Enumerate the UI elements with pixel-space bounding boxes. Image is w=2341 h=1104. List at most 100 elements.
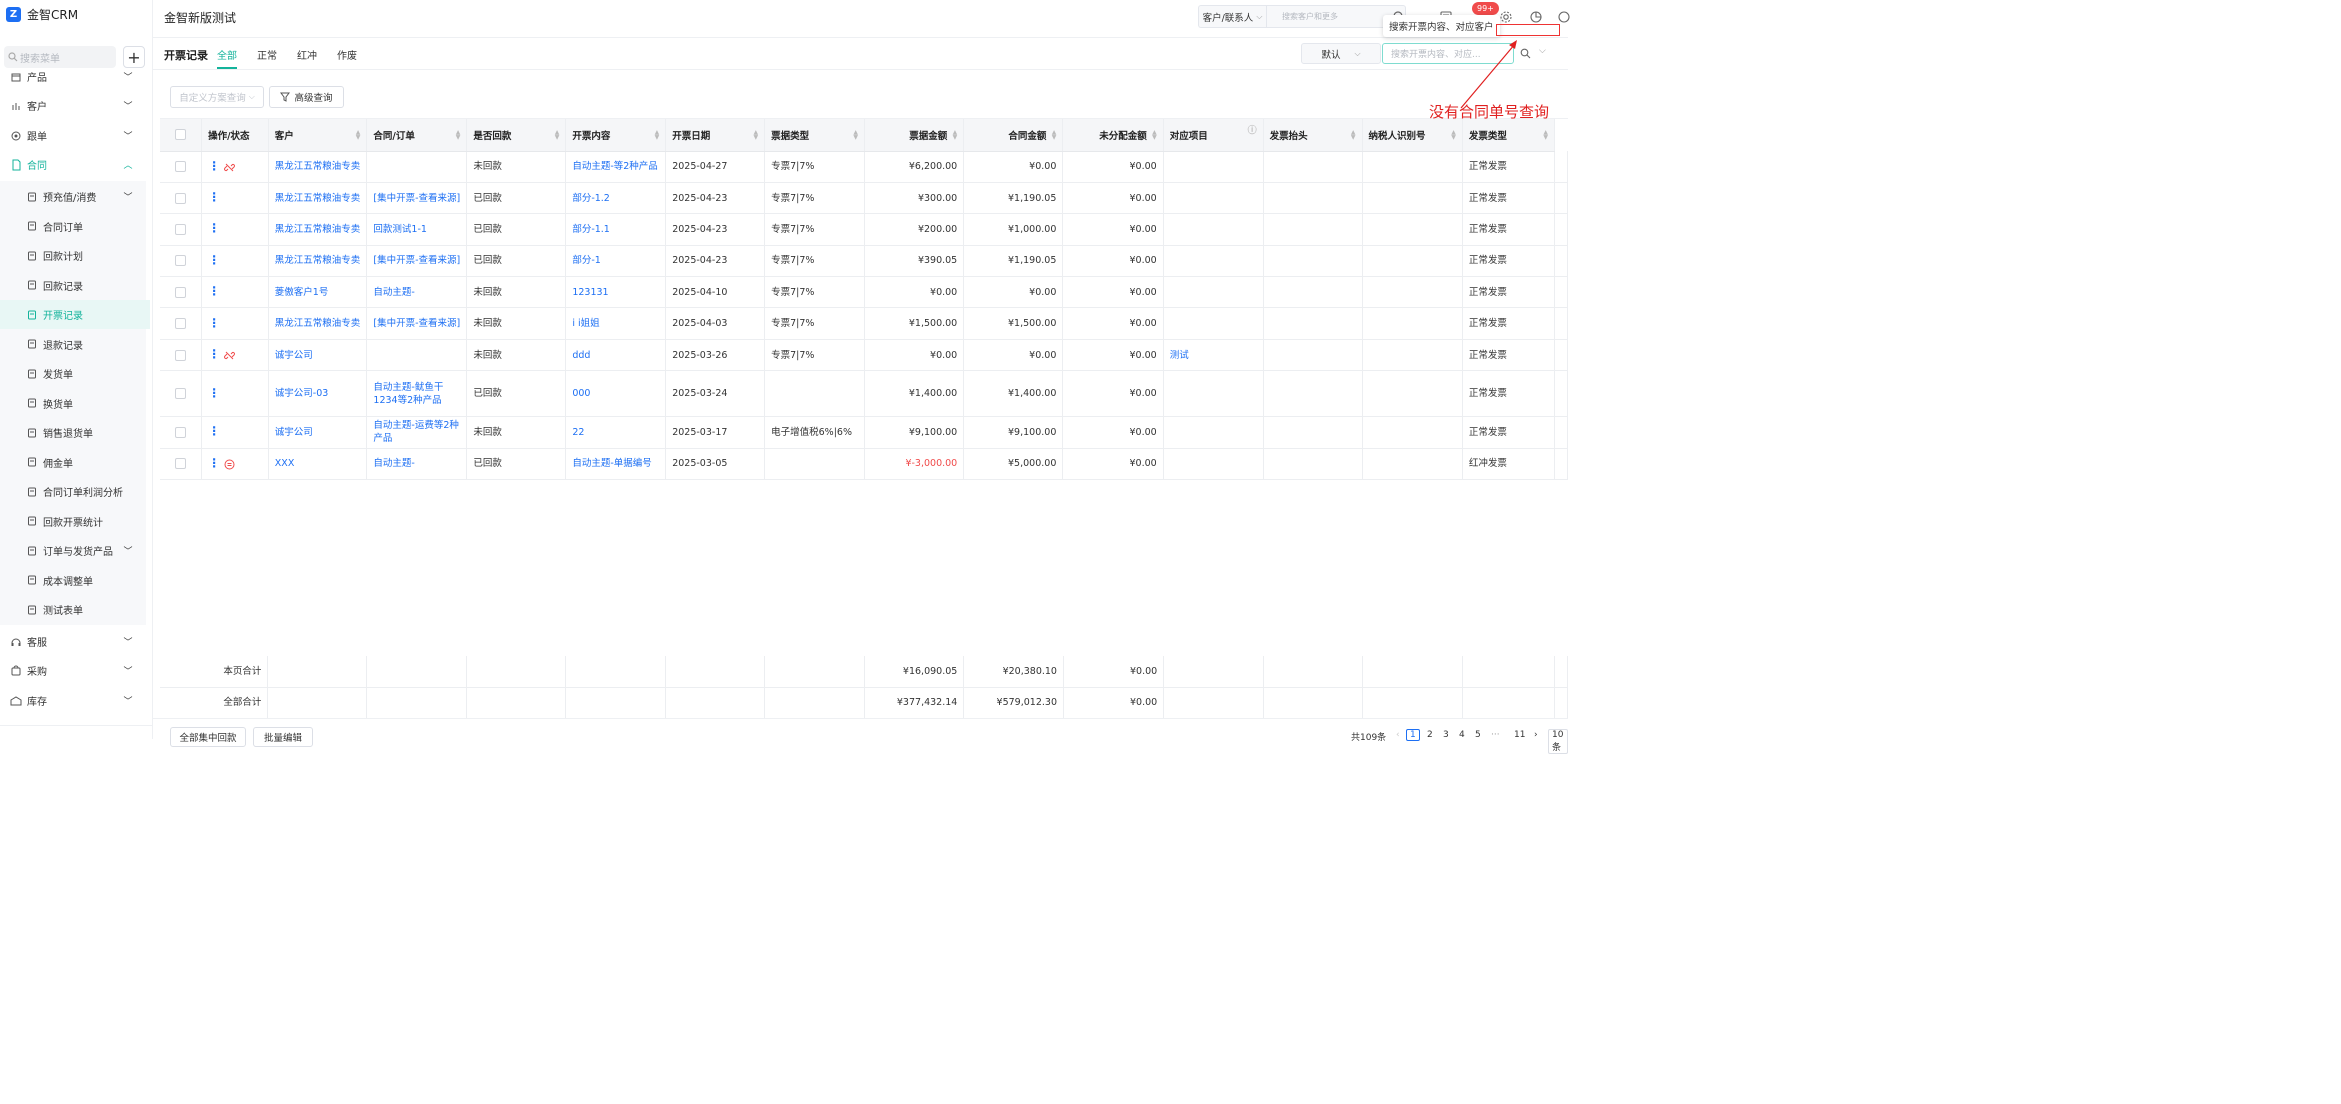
- row-checkbox[interactable]: [175, 458, 187, 470]
- cell-content[interactable]: 部分-1.1: [565, 213, 667, 246]
- cell-content[interactable]: 123131: [565, 276, 667, 309]
- cell-contract[interactable]: 自动主题-: [366, 448, 468, 481]
- more-actions-icon[interactable]: ⋮: [208, 159, 220, 173]
- table-row[interactable]: ⋮ 黑龙江五常粮油专卖 未回款 自动主题-等2种产品 2025-04-27 专票7|7% ¥…: [160, 151, 1568, 183]
- row-checkbox[interactable]: [175, 192, 187, 204]
- col-header-paid[interactable]: 是否回款 ▲ ▼: [466, 119, 567, 152]
- table-row[interactable]: ⋮ 黑龙江五常粮油专卖 [集中开票-查看来源] 未回款 i i姐姐 2025-04-03 专…: [160, 307, 1568, 340]
- cell-customer[interactable]: 黑龙江五常粮油专卖: [268, 245, 368, 278]
- cell-project[interactable]: [1163, 276, 1264, 309]
- tab-normal[interactable]: 正常: [257, 47, 277, 62]
- sidebar-item-warehouse[interactable]: 库存 ﹀: [0, 686, 150, 715]
- table-row[interactable]: ⋮ 诚宇公司-03 自动主题-鱿鱼干1234等2种产品 已回款 000 2025-03-2…: [160, 370, 1568, 418]
- page-size-select[interactable]: 10 条: [1548, 729, 1568, 754]
- cell-customer[interactable]: 黑龙江五常粮油专卖: [268, 213, 368, 246]
- cell-content[interactable]: i i姐姐: [565, 307, 667, 340]
- row-checkbox[interactable]: [175, 255, 187, 267]
- sidebar-item-target[interactable]: 跟单 ﹀: [0, 121, 150, 150]
- col-header-tax-id[interactable]: 纳税人识别号 ▲ ▼: [1362, 119, 1463, 152]
- cell-contract[interactable]: 自动主题-: [366, 276, 468, 309]
- cell-contract[interactable]: [集中开票-查看来源]: [366, 245, 468, 278]
- cell-customer[interactable]: 黑龙江五常粮油专卖: [268, 151, 368, 183]
- sort-icon[interactable]: ▲ ▼: [953, 130, 958, 141]
- page-5[interactable]: 5: [1475, 730, 1481, 740]
- sort-icon[interactable]: ▲ ▼: [1451, 130, 1456, 141]
- tab-all[interactable]: 全部: [217, 47, 237, 62]
- sort-icon[interactable]: ▲ ▼: [1152, 130, 1157, 141]
- cell-content[interactable]: ddd: [565, 339, 667, 372]
- cell-contract[interactable]: 自动主题-鱿鱼干1234等2种产品: [366, 370, 468, 418]
- page-11[interactable]: 11: [1514, 730, 1525, 740]
- sort-icon[interactable]: ▲ ▼: [754, 130, 759, 141]
- help-icon[interactable]: [1557, 10, 1571, 24]
- cell-customer[interactable]: 诚宇公司: [268, 416, 368, 449]
- page-2[interactable]: 2: [1427, 730, 1433, 740]
- sidebar-item-invoice[interactable]: 开票记录: [0, 300, 150, 329]
- cell-customer[interactable]: 菱傲客户1号: [268, 276, 368, 309]
- sidebar-item-stats[interactable]: 回款开票统计: [0, 507, 150, 536]
- more-actions-icon[interactable]: ⋮: [208, 425, 220, 438]
- select-all-checkbox[interactable]: [175, 129, 187, 141]
- sidebar-item-adjust[interactable]: 成本调整单: [0, 566, 150, 595]
- sidebar-item-wallet[interactable]: 预充值/消费 ﹀: [0, 182, 150, 211]
- cell-content[interactable]: 部分-1.2: [565, 182, 667, 215]
- chevron-down-icon[interactable]: ⌵: [1539, 46, 1546, 56]
- col-header-ticket-type[interactable]: 票据类型 ▲ ▼: [764, 119, 866, 152]
- sort-icon[interactable]: ▲ ▼: [853, 130, 858, 141]
- cell-customer[interactable]: 诚宇公司-03: [268, 370, 368, 418]
- cell-contract[interactable]: 回款测试1-1: [366, 213, 468, 246]
- sidebar-item-truck[interactable]: 发货单: [0, 359, 150, 388]
- gear-icon[interactable]: [1499, 10, 1513, 24]
- more-actions-icon[interactable]: ⋮: [208, 191, 220, 204]
- more-actions-icon[interactable]: ⋮: [208, 456, 220, 470]
- table-row[interactable]: ⋮ XXX 自动主题- 已回款 自动主题-单据编号 2025-03-05 ¥-3,000.0…: [160, 448, 1568, 481]
- cell-content[interactable]: 22: [565, 416, 667, 449]
- cell-content[interactable]: 部分-1: [565, 245, 667, 278]
- sidebar-item-refund[interactable]: 退款记录: [0, 330, 150, 359]
- batch-edit-button[interactable]: 批量编辑: [253, 727, 313, 747]
- cell-project[interactable]: [1163, 245, 1264, 278]
- row-checkbox[interactable]: [175, 161, 187, 173]
- sort-icon[interactable]: ▲ ▼: [1351, 130, 1356, 141]
- cell-content[interactable]: 000: [565, 370, 667, 418]
- cell-project[interactable]: 测试: [1163, 339, 1264, 372]
- row-checkbox[interactable]: [175, 223, 187, 235]
- cell-project[interactable]: [1163, 182, 1264, 215]
- cell-contract[interactable]: [366, 339, 468, 372]
- more-actions-icon[interactable]: ⋮: [208, 253, 220, 267]
- tab-void[interactable]: 作废: [337, 47, 357, 62]
- col-header-invoice-type[interactable]: 发票类型 ▲ ▼: [1462, 119, 1556, 152]
- advanced-query-button[interactable]: 高级查询: [269, 86, 344, 108]
- page-4[interactable]: 4: [1459, 730, 1465, 740]
- cell-content[interactable]: 自动主题-等2种产品: [565, 151, 667, 183]
- more-actions-icon[interactable]: ⋮: [208, 348, 220, 361]
- sort-icon[interactable]: ▲ ▼: [1543, 130, 1548, 141]
- cell-project[interactable]: [1163, 448, 1264, 481]
- help-icon[interactable]: ⓘ: [1248, 127, 1257, 136]
- table-row[interactable]: ⋮ 黑龙江五常粮油专卖 [集中开票-查看来源] 已回款 部分-1 2025-04-23 专票…: [160, 245, 1568, 278]
- sidebar-item-receipt[interactable]: 回款记录: [0, 271, 150, 300]
- cell-project[interactable]: [1163, 416, 1264, 449]
- cell-customer[interactable]: XXX: [268, 448, 368, 481]
- col-header-invoice-title[interactable]: 发票抬头 ▲ ▼: [1263, 119, 1363, 152]
- sort-icon[interactable]: ▲ ▼: [555, 130, 560, 141]
- search-type-select[interactable]: 客户/联系人 ⌵: [1198, 5, 1266, 28]
- page-1[interactable]: 1: [1406, 729, 1420, 741]
- sidebar-item-headset[interactable]: 客服 ﹀: [0, 627, 150, 656]
- sidebar-item-exchange[interactable]: 换货单: [0, 389, 150, 418]
- chart-pie-icon[interactable]: [1529, 10, 1543, 24]
- cell-contract[interactable]: [集中开票-查看来源]: [366, 182, 468, 215]
- sidebar-item-document[interactable]: 合同 ︿: [0, 150, 150, 179]
- cell-customer[interactable]: 黑龙江五常粮油专卖: [268, 182, 368, 215]
- sidebar-item-package[interactable]: 订单与发货产品 ﹀: [0, 536, 150, 565]
- page-3[interactable]: 3: [1443, 730, 1449, 740]
- sidebar-item-calendar[interactable]: 回款计划: [0, 241, 150, 270]
- sidebar-item-analysis[interactable]: 合同订单利润分析: [0, 477, 150, 506]
- sidebar-item-return[interactable]: 销售退货单: [0, 418, 150, 447]
- prev-page-icon[interactable]: ‹: [1396, 730, 1400, 740]
- tab-red[interactable]: 红冲: [297, 47, 317, 62]
- cell-contract[interactable]: [集中开票-查看来源]: [366, 307, 468, 340]
- col-header-customer[interactable]: 客户 ▲ ▼: [268, 119, 368, 152]
- cell-customer[interactable]: 黑龙江五常粮油专卖: [268, 307, 368, 340]
- sidebar-item-form[interactable]: 测试表单: [0, 595, 150, 624]
